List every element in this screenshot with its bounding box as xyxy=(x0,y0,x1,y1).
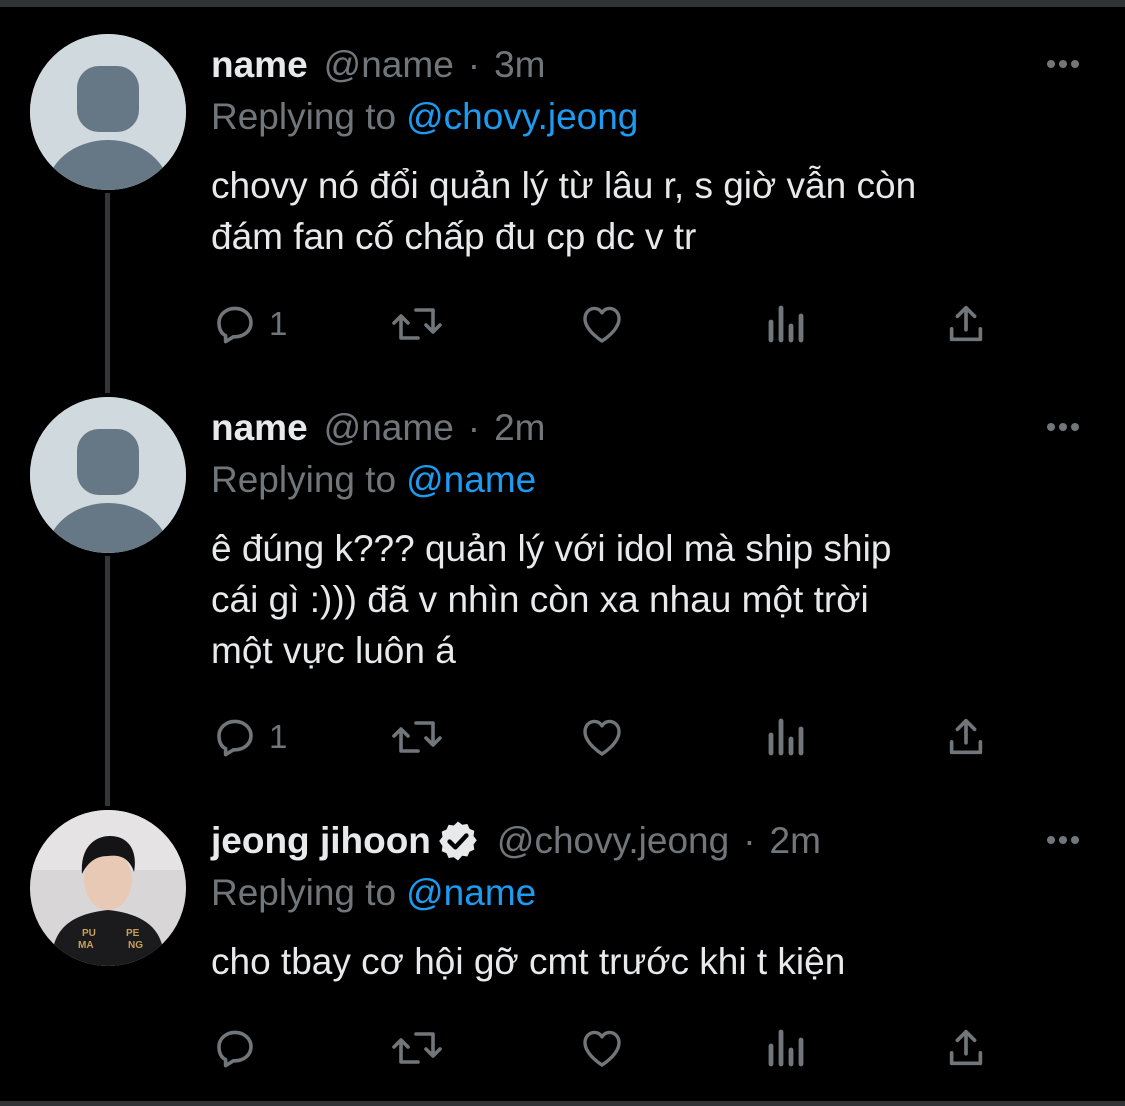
jacket-lettering: PE xyxy=(126,928,140,939)
replying-to: Replying to @chovy.jeong xyxy=(211,94,638,140)
replying-to-label: Replying to xyxy=(211,459,397,500)
tweet-header: name @name · 2m xyxy=(211,405,546,451)
retweet-button[interactable] xyxy=(389,1020,445,1076)
reply-icon xyxy=(217,306,253,344)
share-button[interactable] xyxy=(943,709,989,765)
user-handle[interactable]: @chovy.jeong xyxy=(497,818,729,864)
tweet-text: cho tbay cơ hội gỡ cmt trước khi t kiện xyxy=(211,941,846,982)
reply-icon xyxy=(217,719,253,757)
user-handle[interactable]: @name xyxy=(324,42,454,88)
timestamp[interactable]: 2m xyxy=(494,405,545,451)
views-icon xyxy=(768,718,804,756)
retweet-icon xyxy=(392,1032,442,1064)
share-icon xyxy=(949,305,983,342)
retweet-icon xyxy=(392,308,442,340)
more-options-button[interactable] xyxy=(1043,828,1083,852)
separator-dot: · xyxy=(467,407,481,448)
reply-button[interactable] xyxy=(211,1020,269,1076)
views-button[interactable] xyxy=(765,709,809,765)
top-divider xyxy=(0,0,1125,7)
like-button[interactable] xyxy=(577,1020,627,1076)
default-avatar-icon xyxy=(30,34,186,190)
avatar[interactable] xyxy=(30,397,186,553)
separator-dot: · xyxy=(743,820,756,861)
tweet-actions: 1 xyxy=(211,296,1011,352)
tweet-header: jeong jihoon @chovy.jeong · 2m xyxy=(211,818,821,864)
more-icon xyxy=(1047,423,1079,431)
more-icon xyxy=(1047,60,1079,68)
share-button[interactable] xyxy=(943,296,989,352)
like-icon xyxy=(583,306,621,343)
display-name[interactable]: name xyxy=(211,405,308,451)
tweet-text: ê đúng k??? quản lý với idol mà ship shi… xyxy=(211,528,892,671)
more-options-button[interactable] xyxy=(1043,415,1083,439)
retweet-button[interactable] xyxy=(389,296,445,352)
like-icon xyxy=(583,1030,621,1067)
like-button[interactable] xyxy=(577,709,627,765)
replying-to-label: Replying to xyxy=(211,872,397,913)
user-handle[interactable]: @name xyxy=(324,405,454,451)
tweet-actions xyxy=(211,1020,1011,1076)
reply-count: 1 xyxy=(269,305,288,342)
replying-to: Replying to @name xyxy=(211,457,536,503)
timestamp[interactable]: 3m xyxy=(494,42,545,88)
tweet[interactable]: PU MA PE NG jeong jihoon @chovy.jeong · … xyxy=(0,810,1125,1090)
separator-dot: · xyxy=(467,44,481,85)
timestamp[interactable]: 2m xyxy=(770,818,821,864)
reply-icon xyxy=(217,1030,253,1068)
replying-to-link[interactable]: @name xyxy=(406,872,536,913)
replying-to: Replying to @name xyxy=(211,870,536,916)
verified-badge-icon xyxy=(435,818,481,864)
jacket-lettering: NG xyxy=(128,940,143,951)
replying-to-link[interactable]: @name xyxy=(406,459,536,500)
display-name[interactable]: name xyxy=(211,42,308,88)
reply-button[interactable]: 1 xyxy=(211,296,287,352)
display-name[interactable]: jeong jihoon xyxy=(211,818,431,864)
more-icon xyxy=(1047,836,1079,844)
avatar[interactable] xyxy=(30,34,186,190)
views-button[interactable] xyxy=(765,1020,809,1076)
more-options-button[interactable] xyxy=(1043,52,1083,76)
like-button[interactable] xyxy=(577,296,627,352)
tweet-header: name @name · 3m xyxy=(211,42,546,88)
share-button[interactable] xyxy=(943,1020,989,1076)
retweet-button[interactable] xyxy=(389,709,445,765)
replying-to-link[interactable]: @chovy.jeong xyxy=(406,96,638,137)
tweet-text: chovy nó đổi quản lý từ lâu r, s giờ vẫn… xyxy=(211,165,917,257)
default-avatar-icon xyxy=(30,397,186,553)
views-icon xyxy=(768,1029,804,1067)
like-icon xyxy=(583,719,621,756)
jacket-lettering: PU xyxy=(82,928,96,939)
tweet[interactable]: name @name · 2m Replying to @name ê đúng … xyxy=(0,397,1125,777)
share-icon xyxy=(949,1029,983,1066)
profile-photo-icon: PU MA PE NG xyxy=(30,810,186,966)
reply-button[interactable]: 1 xyxy=(211,709,287,765)
views-button[interactable] xyxy=(765,296,809,352)
avatar[interactable]: PU MA PE NG xyxy=(30,810,186,966)
jacket-lettering: MA xyxy=(78,940,94,951)
tweet-actions: 1 xyxy=(211,709,1011,765)
tweet[interactable]: name @name · 3m Replying to @chovy.jeong … xyxy=(0,34,1125,374)
bottom-divider xyxy=(0,1101,1125,1106)
views-icon xyxy=(768,305,804,343)
retweet-icon xyxy=(392,721,442,753)
share-icon xyxy=(949,718,983,755)
replying-to-label: Replying to xyxy=(211,96,397,137)
reply-count: 1 xyxy=(269,718,288,755)
